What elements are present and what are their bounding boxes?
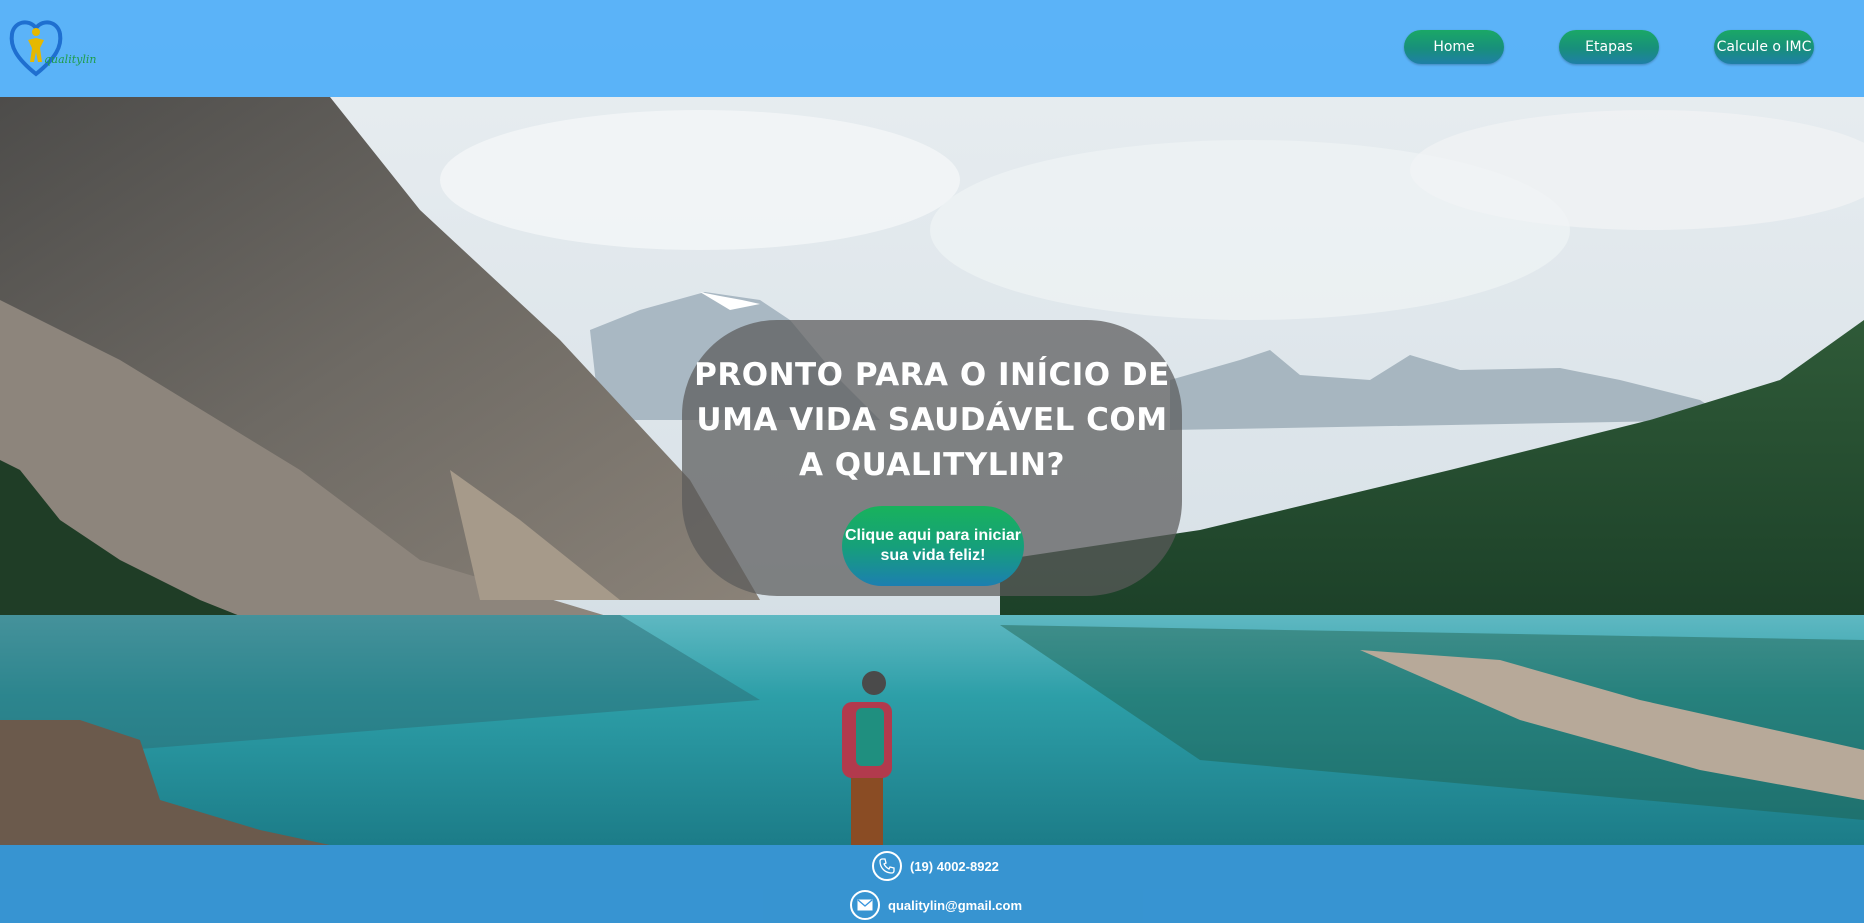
email-address: qualitylin@gmail.com	[888, 897, 1023, 913]
start-cta-button[interactable]: Clique aqui para iniciar sua vida feliz!	[842, 506, 1024, 586]
phone-number: (19) 4002-8922	[910, 858, 999, 874]
nav-home-button[interactable]: Home	[1404, 30, 1504, 64]
contact-phone[interactable]: (19) 4002-8922	[872, 851, 999, 881]
logo-text: qualitylin	[44, 53, 97, 66]
phone-icon	[872, 851, 902, 881]
hero-card: PRONTO PARA O INÍCIO DE UMA VIDA SAUDÁVE…	[682, 320, 1182, 596]
site-header: qualitylin Home Etapas Calcule o IMC	[0, 0, 1864, 97]
site-footer: (19) 4002-8922 qualitylin@gmail.com	[0, 845, 1864, 923]
envelope-icon	[850, 890, 880, 920]
hero-title: PRONTO PARA O INÍCIO DE UMA VIDA SAUDÁVE…	[694, 357, 1170, 483]
heart-person-logo-icon[interactable]	[8, 14, 104, 80]
nav-etapas-button[interactable]: Etapas	[1559, 30, 1659, 64]
nav-imc-button[interactable]: Calcule o IMC	[1714, 30, 1814, 64]
contact-email[interactable]: qualitylin@gmail.com	[850, 890, 1022, 920]
